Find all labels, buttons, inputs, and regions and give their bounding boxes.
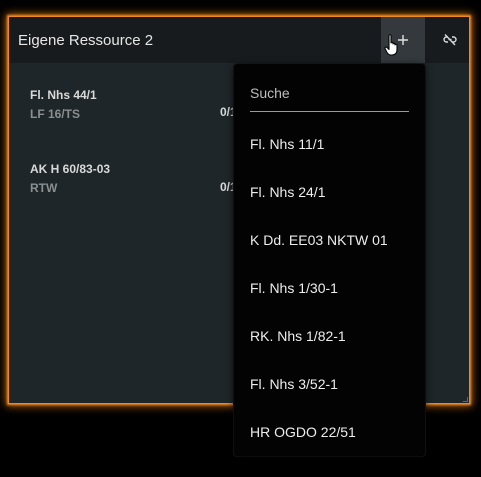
dropdown-option[interactable]: K Dd. EE03 NKTW 01 [250, 232, 388, 248]
resource-type: LF 16/TS [30, 107, 81, 121]
resource-dropdown: Fl. Nhs 11/1 Fl. Nhs 24/1 K Dd. EE03 NKT… [234, 64, 425, 456]
unlink-button[interactable] [428, 17, 472, 63]
unlink-icon [443, 34, 457, 46]
search-input[interactable] [250, 82, 409, 104]
dropdown-option[interactable]: Fl. Nhs 24/1 [250, 184, 325, 200]
dropdown-option[interactable]: Fl. Nhs 11/1 [250, 136, 324, 152]
resource-type: RTW [30, 181, 58, 195]
panel-header: Eigene Ressource 2 [9, 17, 469, 63]
resource-name: AK H 60/83-03 [30, 162, 111, 176]
dropdown-option[interactable]: HR OGDO 22/51 [250, 424, 356, 440]
dropdown-option[interactable]: Fl. Nhs 3/52-1 [250, 376, 338, 392]
resource-item[interactable]: Fl. Nhs 44/1 LF 16/TS [30, 88, 97, 121]
panel-title: Eigene Ressource 2 [18, 32, 154, 49]
resource-name: Fl. Nhs 44/1 [30, 88, 97, 102]
search-field[interactable] [250, 82, 409, 112]
dropdown-option[interactable]: Fl. Nhs 1/30-1 [250, 280, 338, 296]
hand-pointer-icon [384, 34, 398, 56]
resource-item[interactable]: AK H 60/83-03 RTW [30, 162, 110, 195]
resize-grip[interactable] [463, 397, 468, 402]
dropdown-option[interactable]: RK. Nhs 1/82-1 [250, 328, 346, 344]
